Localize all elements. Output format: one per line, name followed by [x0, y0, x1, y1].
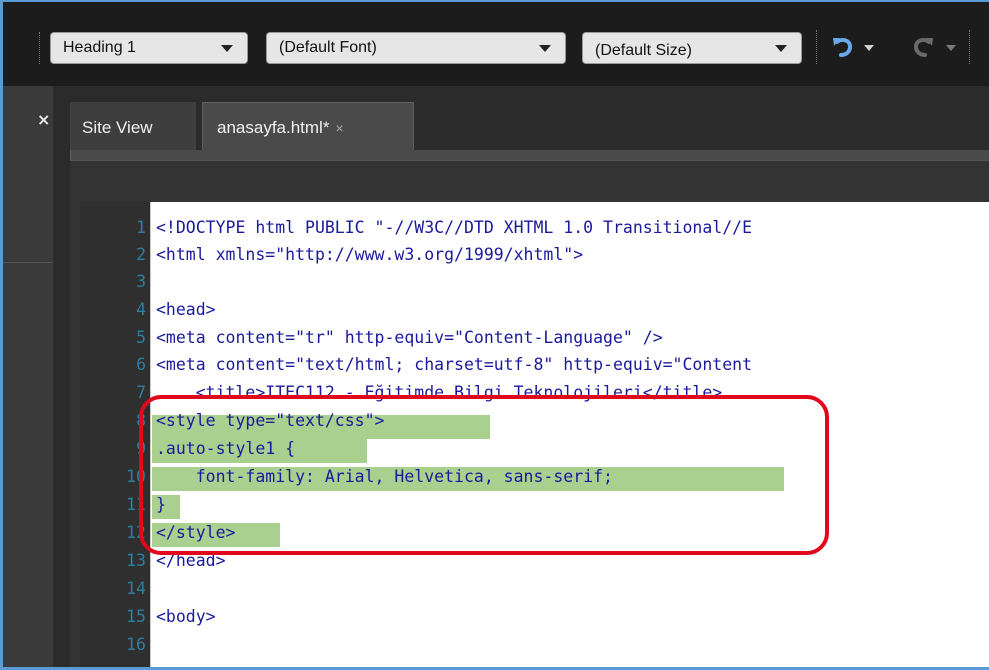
line-number: 2	[136, 245, 146, 264]
tab-site-view[interactable]: Site View	[70, 102, 196, 150]
redo-dropdown-arrow[interactable]	[946, 45, 956, 51]
redo-icon[interactable]	[910, 34, 936, 60]
font-value: (Default Font)	[279, 39, 377, 56]
undo-dropdown-arrow[interactable]	[864, 45, 874, 51]
line-number: 1	[136, 218, 146, 237]
code-line: <html xmlns="http://www.w3.org/1999/xhtm…	[156, 245, 584, 264]
font-dropdown[interactable]: (Default Font)	[266, 32, 566, 64]
code-line: <body>	[156, 607, 216, 626]
font-size-dropdown[interactable]: (Default Size)	[582, 32, 802, 64]
code-line: <meta content="tr" http-equiv="Content-L…	[156, 328, 663, 347]
line-number: 13	[126, 551, 146, 570]
line-number: 14	[126, 579, 146, 598]
chevron-down-icon	[221, 45, 233, 52]
annotation-highlight-box	[139, 395, 829, 555]
toolbar-grip[interactable]	[39, 32, 42, 64]
close-icon[interactable]: ×	[37, 110, 50, 129]
paragraph-style-value: Heading 1	[63, 39, 136, 56]
close-icon[interactable]: ×	[335, 120, 343, 136]
panel-divider	[3, 262, 53, 263]
left-panel	[3, 86, 53, 667]
code-line: <head>	[156, 300, 216, 319]
undo-icon[interactable]	[830, 34, 856, 60]
chevron-down-icon	[539, 45, 551, 52]
code-line: <meta content="text/html; charset=utf-8"…	[156, 355, 753, 374]
paragraph-style-dropdown[interactable]: Heading 1	[50, 32, 248, 64]
toolbar-separator	[969, 30, 971, 64]
line-number: 4	[136, 300, 146, 319]
line-number: 3	[136, 272, 146, 291]
line-number: 6	[136, 355, 146, 374]
code-line: <!DOCTYPE html PUBLIC "-//W3C//DTD XHTML…	[156, 218, 753, 237]
chevron-down-icon	[775, 45, 787, 52]
line-number: 5	[136, 328, 146, 347]
line-number: 7	[136, 383, 146, 402]
font-size-value: (Default Size)	[595, 42, 692, 59]
tab-label: Site View	[82, 118, 153, 137]
line-number: 15	[126, 607, 146, 626]
tab-anasayfa[interactable]: anasayfa.html* ×	[202, 102, 414, 150]
tab-label: anasayfa.html*	[217, 118, 330, 137]
toolbar-separator	[816, 30, 818, 64]
line-number: 16	[126, 635, 146, 654]
